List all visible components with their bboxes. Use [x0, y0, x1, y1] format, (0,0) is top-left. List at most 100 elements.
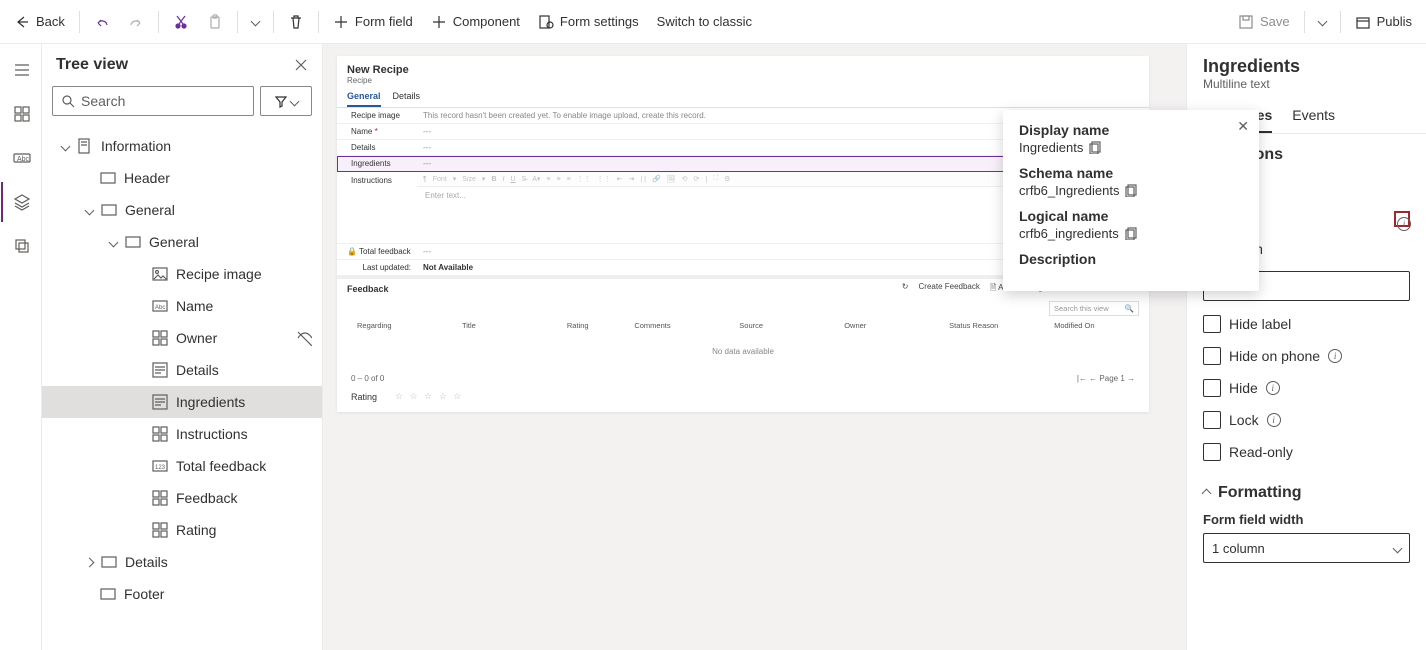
tree-search-input[interactable]: Search — [52, 86, 254, 116]
tree-node-name[interactable]: AbcName — [42, 290, 322, 322]
star-icons[interactable]: ☆ ☆ ☆ ☆ ☆ — [395, 391, 463, 402]
tree-filter-button[interactable] — [260, 86, 312, 116]
tree-node-rating[interactable]: Rating — [42, 514, 322, 546]
subgrid-icon — [152, 490, 168, 506]
search-placeholder: Search — [81, 93, 125, 109]
close-icon[interactable] — [294, 58, 308, 72]
trash-icon — [288, 14, 304, 30]
tree-node-header[interactable]: Header — [42, 162, 322, 194]
chevron-down-icon — [85, 205, 95, 215]
paste-options-button[interactable] — [244, 12, 267, 31]
hamburger-icon — [13, 61, 31, 79]
copy-icon[interactable] — [1125, 184, 1138, 197]
rail-text[interactable]: Abc — [1, 138, 41, 178]
tree-node-footer[interactable]: Footer — [42, 578, 322, 610]
subgrid-icon — [152, 522, 168, 538]
tree-node-feedback[interactable]: Feedback — [42, 482, 322, 514]
rating-control[interactable]: Rating ☆ ☆ ☆ ☆ ☆ — [337, 387, 1149, 412]
publish-icon — [1355, 14, 1371, 30]
component-label: Component — [453, 14, 520, 29]
tree-node-ingredients[interactable]: Ingredients — [42, 386, 322, 418]
tree-node-details-tab[interactable]: Details — [42, 546, 322, 578]
tab-icon — [101, 554, 117, 570]
checkbox-readonly[interactable] — [1203, 443, 1221, 461]
checkbox-lock[interactable] — [1203, 411, 1221, 429]
logical-name-label: Logical name — [1019, 208, 1243, 224]
back-button[interactable]: Back — [6, 8, 73, 36]
paste-button[interactable] — [199, 8, 231, 36]
logical-name-value: crfb6_ingredients — [1019, 226, 1119, 241]
display-name-label: Display name — [1019, 122, 1243, 138]
rail-tree-view[interactable] — [1, 182, 41, 222]
tree-node-general-section[interactable]: General — [42, 226, 322, 258]
save-label: Save — [1260, 14, 1290, 29]
publish-button[interactable]: Publis — [1347, 8, 1420, 36]
rail-hamburger[interactable] — [1, 50, 41, 90]
undo-button[interactable] — [86, 8, 118, 36]
multiline-icon — [152, 362, 168, 378]
info-icon[interactable]: i — [1266, 381, 1280, 395]
feedback-grid-header: RegardingTitleRatingCommentsSourceOwnerS… — [337, 318, 1149, 333]
form-tab-general[interactable]: General — [347, 91, 381, 107]
close-icon[interactable]: ✕ — [1237, 118, 1249, 135]
command-bar: Back Form field Component Form settings … — [0, 0, 1426, 44]
rail-components[interactable] — [1, 94, 41, 134]
form-field-width-dropdown[interactable]: 1 column — [1203, 533, 1410, 563]
tree-node-general[interactable]: General — [42, 194, 322, 226]
redo-button[interactable] — [120, 8, 152, 36]
form-settings-button[interactable]: Form settings — [530, 8, 647, 36]
tree-view-title: Tree view — [56, 56, 294, 74]
tree-node-recipe-image[interactable]: Recipe image — [42, 258, 322, 290]
schema-name-label: Schema name — [1019, 165, 1243, 181]
tree-node-owner[interactable]: Owner — [42, 322, 322, 354]
svg-text:Abc: Abc — [155, 305, 165, 311]
chevron-down-icon — [250, 17, 260, 27]
switch-classic-button[interactable]: Switch to classic — [649, 8, 760, 35]
info-icon[interactable]: i — [1328, 349, 1342, 363]
chevron-down-icon — [1393, 543, 1403, 553]
section-icon — [100, 586, 116, 602]
components-icon — [13, 105, 31, 123]
add-component-button[interactable]: Component — [423, 8, 528, 36]
delete-button[interactable] — [280, 8, 312, 36]
chevron-down-icon — [1317, 17, 1327, 27]
save-button[interactable]: Save — [1230, 8, 1298, 36]
tree-node-total-feedback[interactable]: 123Total feedback — [42, 450, 322, 482]
copy-icon[interactable] — [1089, 141, 1102, 154]
column-info-popover: ✕ Display name Ingredients Schema name c… — [1003, 110, 1259, 291]
section-icon — [125, 234, 141, 250]
svg-text:Abc: Abc — [17, 156, 30, 163]
add-form-field-button[interactable]: Form field — [325, 8, 421, 36]
checkbox-hide-label[interactable] — [1203, 315, 1221, 333]
checkbox-hide[interactable] — [1203, 379, 1221, 397]
description-label: Description — [1019, 251, 1243, 267]
duplicate-icon — [13, 237, 31, 255]
fb-create[interactable]: Create Feedback — [919, 282, 980, 296]
form-title: New Recipe — [347, 64, 1139, 76]
image-icon — [152, 266, 168, 282]
info-icon-highlighted[interactable]: i — [1394, 211, 1410, 227]
tree-node-instructions[interactable]: Instructions — [42, 418, 322, 450]
save-split-button[interactable] — [1311, 12, 1334, 31]
fb-refresh[interactable]: ↻ — [902, 282, 909, 296]
publish-label: Publis — [1377, 14, 1412, 29]
form-tab-details[interactable]: Details — [393, 91, 421, 107]
back-label: Back — [36, 14, 65, 29]
form-settings-label: Form settings — [560, 14, 639, 29]
section-formatting[interactable]: Formatting — [1203, 484, 1410, 502]
checkbox-hide-phone[interactable] — [1203, 347, 1221, 365]
info-icon[interactable]: i — [1267, 413, 1281, 427]
rail-duplicate[interactable] — [1, 226, 41, 266]
cut-button[interactable] — [165, 8, 197, 36]
tab-events[interactable]: Events — [1292, 97, 1335, 133]
feedback-search[interactable]: Search this view🔍 — [1049, 301, 1139, 316]
copy-icon[interactable] — [1125, 227, 1138, 240]
form-settings-icon — [538, 14, 554, 30]
tree-list: Information Header General General Recip… — [42, 126, 322, 650]
tree-node-details[interactable]: Details — [42, 354, 322, 386]
display-name-value: Ingredients — [1019, 140, 1083, 155]
lookup-icon — [152, 330, 168, 346]
plus-icon — [333, 14, 349, 30]
tree-node-information[interactable]: Information — [42, 130, 322, 162]
hidden-icon — [296, 330, 312, 346]
